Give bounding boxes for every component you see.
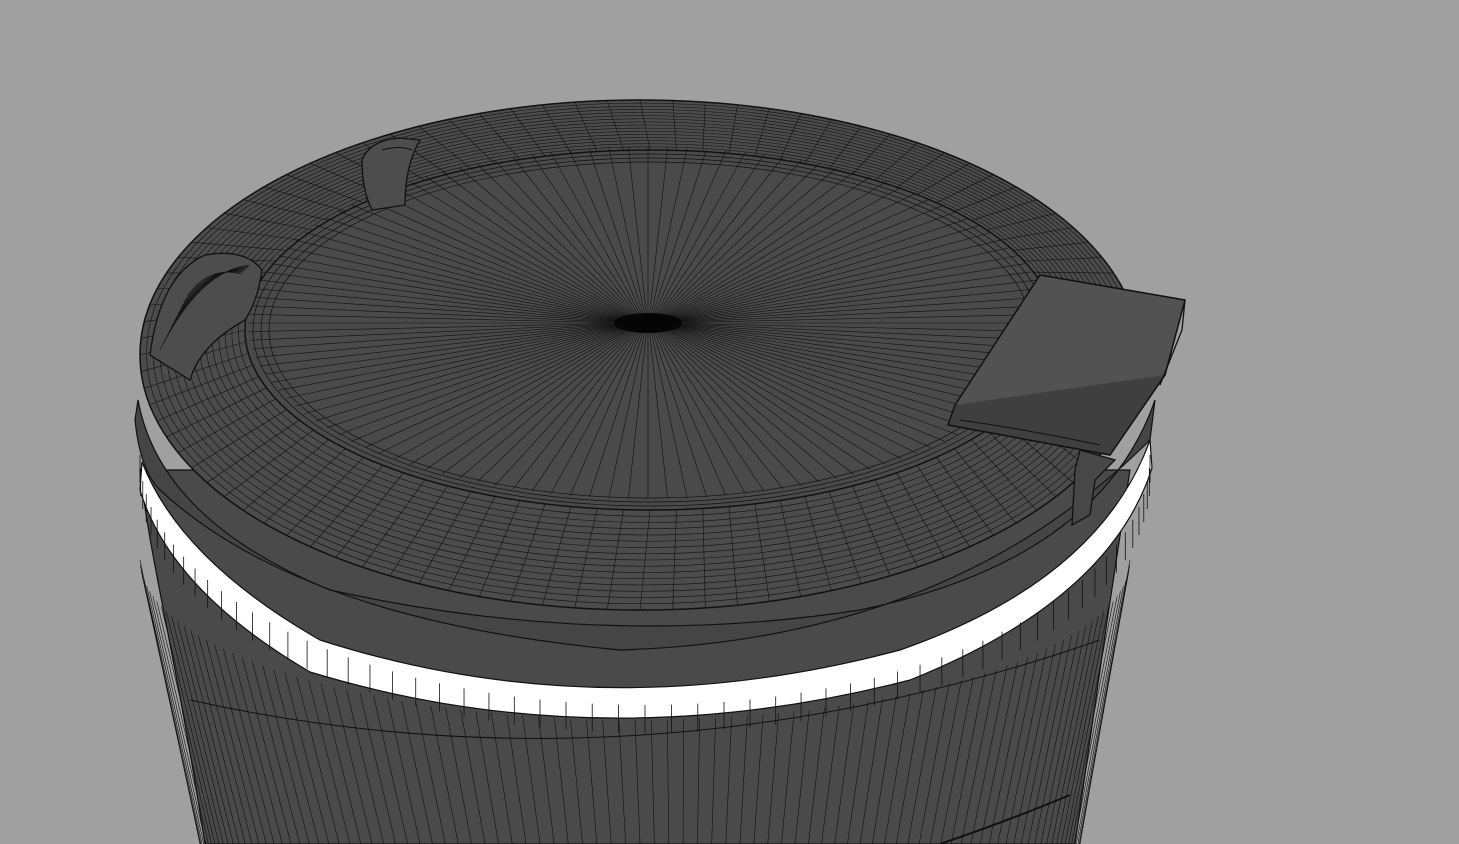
lid-center-hub xyxy=(614,313,682,333)
lid-disk xyxy=(244,147,1056,511)
3d-viewport[interactable] xyxy=(0,0,1459,844)
wireframe-scene xyxy=(0,0,1459,844)
